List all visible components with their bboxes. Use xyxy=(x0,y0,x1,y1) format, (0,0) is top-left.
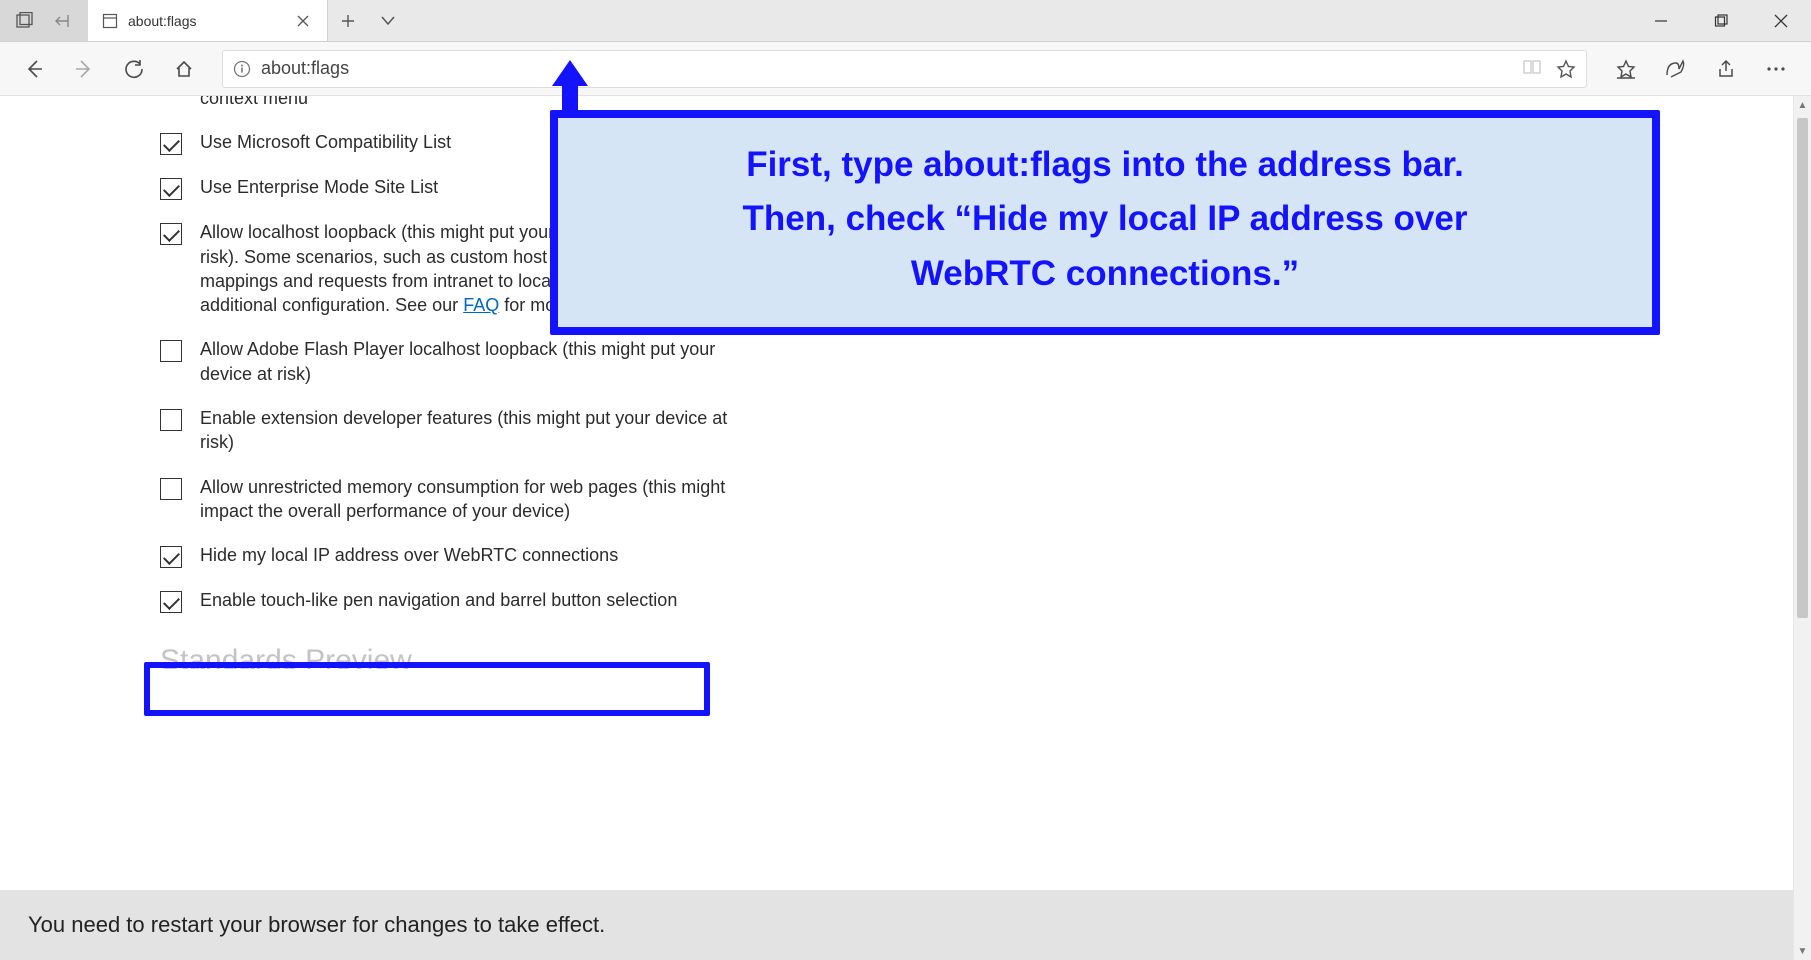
section-heading: Standards Preview xyxy=(160,641,740,669)
setting-label: Hide my local IP address over WebRTC con… xyxy=(200,543,740,567)
titlebar: about:flags xyxy=(0,0,1811,42)
address-text: about:flags xyxy=(261,58,1512,79)
share-button[interactable] xyxy=(1703,47,1749,91)
callout-line: Then, check “Hide my local IP address ov… xyxy=(586,192,1624,246)
page-icon xyxy=(102,13,118,29)
close-tab-button[interactable] xyxy=(293,11,313,31)
callout-line: First, type about:flags into the address… xyxy=(586,138,1624,192)
setting-label: Enable touch-like pen navigation and bar… xyxy=(200,588,740,612)
favorite-icon[interactable] xyxy=(1556,59,1576,79)
home-button[interactable] xyxy=(162,47,206,91)
site-info-icon[interactable] xyxy=(233,60,251,78)
tabs-aside-icon[interactable] xyxy=(6,0,44,42)
setting-hide-ip: Hide my local IP address over WebRTC con… xyxy=(160,543,740,568)
checkbox[interactable] xyxy=(160,546,182,568)
scroll-up-icon[interactable]: ▲ xyxy=(1794,96,1811,114)
checkbox[interactable] xyxy=(160,340,182,362)
instruction-callout: First, type about:flags into the address… xyxy=(550,110,1660,335)
tabs-aside-controls xyxy=(0,0,88,41)
setting-label: Allow Adobe Flash Player localhost loopb… xyxy=(200,337,740,386)
refresh-button[interactable] xyxy=(112,47,156,91)
setting-label: Enable extension developer features (thi… xyxy=(200,406,740,455)
checkbox[interactable] xyxy=(160,223,182,245)
checkbox[interactable] xyxy=(160,478,182,500)
setting-context-menu-partial: context menu xyxy=(200,96,740,110)
new-tab-button[interactable] xyxy=(328,0,368,42)
setting-label: context menu xyxy=(200,96,740,110)
checkbox[interactable] xyxy=(160,178,182,200)
set-aside-arrow-icon[interactable] xyxy=(44,0,82,42)
checkbox[interactable] xyxy=(160,591,182,613)
close-window-button[interactable] xyxy=(1751,0,1811,42)
setting-flash-loopback: Allow Adobe Flash Player localhost loopb… xyxy=(160,337,740,386)
tab-list-button[interactable] xyxy=(368,0,408,42)
address-bar[interactable]: about:flags xyxy=(222,50,1587,88)
maximize-button[interactable] xyxy=(1691,0,1751,42)
restart-banner: You need to restart your browser for cha… xyxy=(0,890,1811,960)
callout-line: WebRTC connections.” xyxy=(586,247,1624,301)
scroll-down-icon[interactable]: ▼ xyxy=(1794,942,1811,960)
scrollbar-thumb[interactable] xyxy=(1797,118,1808,618)
notes-button[interactable] xyxy=(1653,47,1699,91)
minimize-button[interactable] xyxy=(1631,0,1691,42)
checkbox[interactable] xyxy=(160,133,182,155)
newtab-area xyxy=(328,0,408,41)
back-button[interactable] xyxy=(12,47,56,91)
toolbar: about:flags xyxy=(0,42,1811,96)
reading-view-icon[interactable] xyxy=(1522,59,1542,79)
vertical-scrollbar[interactable]: ▲ ▼ xyxy=(1793,96,1811,960)
setting-label: Allow unrestricted memory consumption fo… xyxy=(200,475,740,524)
browser-tab[interactable]: about:flags xyxy=(88,0,328,41)
tab-title: about:flags xyxy=(128,13,283,29)
setting-ext-dev: Enable extension developer features (thi… xyxy=(160,406,740,455)
window-controls xyxy=(1631,0,1811,41)
banner-text: You need to restart your browser for cha… xyxy=(28,912,605,938)
faq-link[interactable]: FAQ xyxy=(463,295,499,315)
setting-memory: Allow unrestricted memory consumption fo… xyxy=(160,475,740,524)
favorites-button[interactable] xyxy=(1603,47,1649,91)
setting-pen-nav: Enable touch-like pen navigation and bar… xyxy=(160,588,740,613)
checkbox[interactable] xyxy=(160,409,182,431)
more-button[interactable] xyxy=(1753,47,1799,91)
forward-button[interactable] xyxy=(62,47,106,91)
